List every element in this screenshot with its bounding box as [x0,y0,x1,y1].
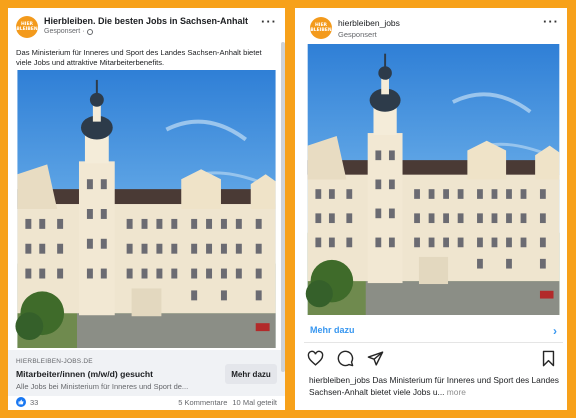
page-name[interactable]: Hierbleiben. Die besten Jobs in Sachsen-… [44,16,248,26]
post-text: Das Ministerium für Inneres und Sport de… [16,48,262,67]
account-name[interactable]: hierbleiben_jobs [338,18,400,28]
mehr-dazu-bar[interactable]: Mehr dazu › [304,318,563,343]
link-description: Alle Jobs bei Ministerium für Inneres un… [16,382,189,391]
chevron-right-icon: › [553,324,557,338]
account-avatar[interactable]: HIER BLEIBEN [310,17,332,39]
page-logo[interactable]: HIER BLEIBEN [16,16,38,38]
like-reaction-icon [16,397,26,407]
share-icon[interactable] [367,350,384,367]
facebook-ad-card: HIER BLEIBEN Hierbleiben. Die besten Jobs… [8,8,285,410]
reactions-count[interactable]: 33 [30,398,38,407]
shares-count[interactable]: 10 Mal geteilt [232,398,277,407]
caption-account[interactable]: hierbleiben_jobs [309,375,370,385]
caption-more-link[interactable]: more [444,387,466,397]
sponsored-text: Gesponsert [44,28,81,35]
globe-icon [86,28,93,35]
bookmark-icon[interactable] [540,350,557,367]
link-title: Mitarbeiter/innen (m/w/d) gesucht [16,369,154,379]
comments-count[interactable]: 5 Kommentare [178,398,227,407]
more-options-icon[interactable]: ··· [543,15,559,28]
post-header: HIER BLEIBEN hierbleiben_jobs Gesponsert … [295,8,567,39]
link-preview[interactable]: HIERBLEIBEN-JOBS.DE Mitarbeiter/innen (m… [8,350,285,396]
more-options-icon[interactable]: ··· [261,15,277,28]
sponsored-label: Gesponsert [338,30,377,39]
heart-icon[interactable] [307,350,324,367]
mehr-dazu-button[interactable]: Mehr dazu [225,364,277,384]
instagram-ad-card: HIER BLEIBEN hierbleiben_jobs Gesponsert … [295,8,567,410]
link-domain: HIERBLEIBEN-JOBS.DE [16,358,93,365]
comment-icon[interactable] [337,350,354,367]
post-header: HIER BLEIBEN Hierbleiben. Die besten Jobs… [8,8,285,38]
post-caption: hierbleiben_jobs Das Ministerium für Inn… [309,374,561,398]
action-bar [304,348,563,368]
engagement-bar: 33 5 Kommentare 10 Mal geteilt [8,394,285,410]
post-image[interactable] [304,44,563,315]
scrollbar[interactable] [281,42,285,372]
post-image[interactable] [8,70,285,348]
sponsored-label: Gesponsert · [44,28,93,35]
mehr-dazu-link[interactable]: Mehr dazu [310,325,355,335]
